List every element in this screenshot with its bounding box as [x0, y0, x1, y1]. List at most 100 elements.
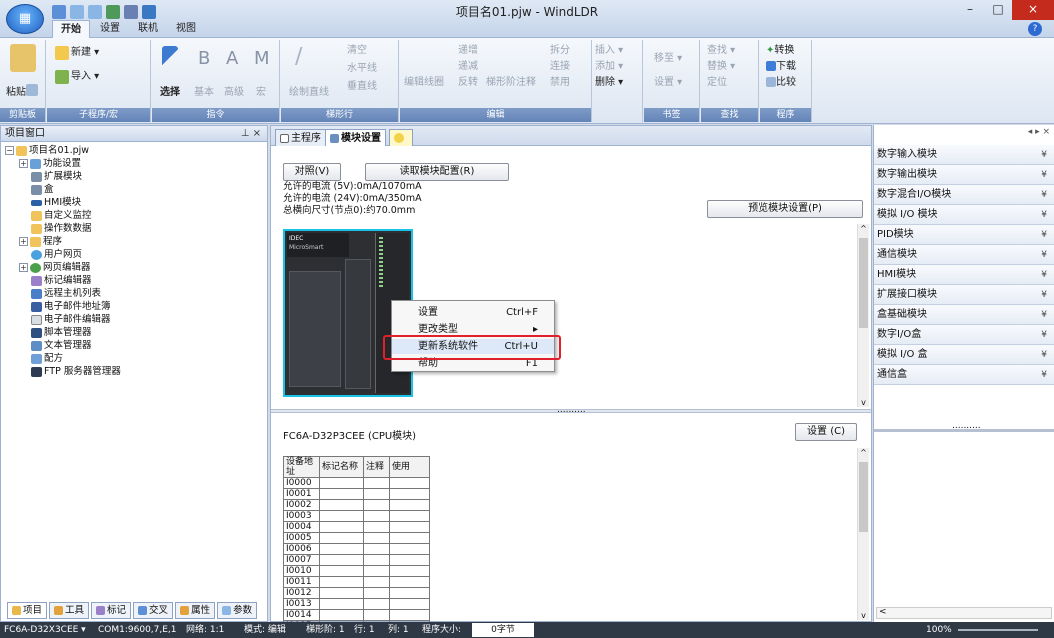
cell-empty[interactable] — [363, 521, 390, 533]
tree-item-operand[interactable]: 操作数数据 — [31, 222, 92, 235]
category-item[interactable]: 通信模块 ¥ — [874, 245, 1054, 265]
expand-icon[interactable]: ¥ — [1041, 165, 1047, 185]
inc-button[interactable]: 递增 — [458, 44, 478, 58]
horizontal-scrollbar[interactable]: < — [876, 607, 1052, 619]
cell-empty[interactable] — [389, 543, 430, 555]
cell-empty[interactable] — [363, 554, 390, 566]
category-item[interactable]: 盒基础模块 ¥ — [874, 305, 1054, 325]
close-button[interactable]: × — [1012, 0, 1054, 20]
cell-address[interactable]: I0000 — [283, 477, 320, 489]
category-item[interactable]: 模拟 I/O 盒 ¥ — [874, 345, 1054, 365]
draw-line-button[interactable]: 绘制直线 — [289, 86, 329, 100]
tree-item-hmi[interactable]: HMI模块 — [31, 196, 81, 209]
inv-button[interactable]: 反转 — [458, 76, 478, 90]
tree-item-project[interactable]: − 项目名01.pjw — [5, 144, 89, 157]
table-row[interactable]: I0001 — [283, 488, 430, 500]
horizontal-splitter[interactable]: .......... — [271, 405, 871, 415]
add-button[interactable]: 添加 ▾ — [595, 60, 623, 74]
cell-empty[interactable] — [389, 576, 430, 588]
select-button[interactable]: 选择 — [160, 86, 180, 100]
hline-button[interactable]: 水平线 — [347, 62, 377, 76]
expand-icon[interactable]: ¥ — [1041, 245, 1047, 265]
cell-empty[interactable] — [319, 587, 364, 599]
insert-button[interactable]: 插入 ▾ — [595, 44, 623, 58]
cell-empty[interactable] — [389, 554, 430, 566]
basic-button[interactable]: 基本 — [194, 86, 214, 100]
panel-splitter[interactable] — [874, 429, 1054, 432]
tab-settings[interactable]: 设置 — [92, 20, 128, 38]
scroll-thumb[interactable] — [859, 462, 868, 532]
cell-address[interactable]: I0003 — [283, 510, 320, 522]
tree-item-webpage[interactable]: 用户网页 — [31, 248, 82, 261]
tab-tags[interactable]: 标记 — [91, 602, 132, 619]
tree-item-remote-host[interactable]: 远程主机列表 — [31, 287, 101, 300]
paste-icon[interactable] — [10, 44, 36, 72]
import-button[interactable]: 导入 ▾ — [71, 70, 99, 84]
preview-settings-button[interactable]: 预览模块设置(P) — [707, 200, 863, 218]
col-tag[interactable]: 标记名称 — [319, 456, 364, 478]
table-row[interactable]: I0014 — [283, 609, 430, 621]
cell-empty[interactable] — [389, 499, 430, 511]
expand-icon[interactable]: ¥ — [1041, 285, 1047, 305]
expand-icon[interactable]: + — [19, 159, 28, 168]
new-button[interactable]: 新建 ▾ — [71, 46, 99, 60]
table-row[interactable]: I0005 — [283, 532, 430, 544]
locate-button[interactable]: 定位 — [707, 76, 727, 90]
clear-button[interactable]: 清空 — [347, 44, 367, 58]
category-item[interactable]: 模拟 I/O 模块 ¥ — [874, 205, 1054, 225]
cell-empty[interactable] — [319, 521, 364, 533]
cell-empty[interactable] — [363, 499, 390, 511]
col-comment[interactable]: 注释 — [363, 456, 390, 478]
zoom-slider[interactable] — [958, 629, 1038, 631]
compare-button[interactable]: 对照(V) — [283, 163, 341, 181]
cell-empty[interactable] — [389, 609, 430, 621]
expand-icon[interactable]: + — [19, 263, 28, 272]
panel-nav-icon[interactable]: ◂ ▸ × — [1028, 127, 1050, 137]
cell-empty[interactable] — [389, 598, 430, 610]
category-item[interactable]: 通信盒 ¥ — [874, 365, 1054, 385]
split-button[interactable]: 拆分 — [550, 44, 570, 58]
expand-icon[interactable]: ¥ — [1041, 345, 1047, 365]
menu-item-settings[interactable]: 设置 Ctrl+F — [392, 305, 554, 320]
expand-icon[interactable]: ¥ — [1041, 145, 1047, 165]
cell-address[interactable]: I0002 — [283, 499, 320, 511]
expand-icon[interactable]: ¥ — [1041, 305, 1047, 325]
tree-item-box[interactable]: 盒 — [31, 183, 54, 196]
tree-item-address-book[interactable]: 电子邮件地址簿 — [31, 300, 111, 313]
copy-icon[interactable] — [26, 84, 38, 96]
cell-empty[interactable] — [319, 554, 364, 566]
tree-item-program[interactable]: + 程序 — [19, 235, 62, 248]
tree-item-tag-editor[interactable]: 标记编辑器 — [31, 274, 92, 287]
select-icon[interactable] — [162, 46, 178, 68]
expand-icon[interactable]: ¥ — [1041, 365, 1047, 385]
cell-empty[interactable] — [319, 499, 364, 511]
cell-empty[interactable] — [319, 543, 364, 555]
cell-empty[interactable] — [319, 532, 364, 544]
set-bookmark-button[interactable]: 设置 ▾ — [654, 76, 682, 90]
table-row[interactable]: I0007 — [283, 554, 430, 566]
minimize-button[interactable]: – — [956, 0, 984, 20]
table-row[interactable]: I0013 — [283, 598, 430, 610]
category-item[interactable]: 数字输入模块 ¥ — [874, 145, 1054, 165]
tree-item-recipe[interactable]: 配方 — [31, 352, 63, 365]
scroll-down-icon[interactable]: v — [858, 398, 869, 407]
cell-empty[interactable] — [319, 477, 364, 489]
tab-main-program[interactable]: 主程序 — [275, 129, 326, 146]
connect-button[interactable]: 连接 — [550, 60, 570, 74]
cell-empty[interactable] — [319, 510, 364, 522]
vline-button[interactable]: 垂直线 — [347, 80, 377, 94]
edit-coil-button[interactable]: 编辑线圈 — [404, 76, 444, 90]
cell-empty[interactable] — [363, 488, 390, 500]
cell-address[interactable]: I0007 — [283, 554, 320, 566]
scroll-up-icon[interactable]: ^ — [858, 448, 869, 457]
disable-button[interactable]: 禁用 — [550, 76, 570, 90]
tree-item-expansion[interactable]: 扩展模块 — [31, 170, 82, 183]
cell-empty[interactable] — [319, 609, 364, 621]
collapse-icon[interactable]: − — [5, 146, 14, 155]
cell-address[interactable]: I0013 — [283, 598, 320, 610]
cell-empty[interactable] — [389, 477, 430, 489]
col-use[interactable]: 使用 — [389, 456, 430, 478]
cell-empty[interactable] — [389, 510, 430, 522]
tab-tools[interactable]: 工具 — [49, 602, 90, 619]
tab-params[interactable]: 参数 — [217, 602, 258, 619]
